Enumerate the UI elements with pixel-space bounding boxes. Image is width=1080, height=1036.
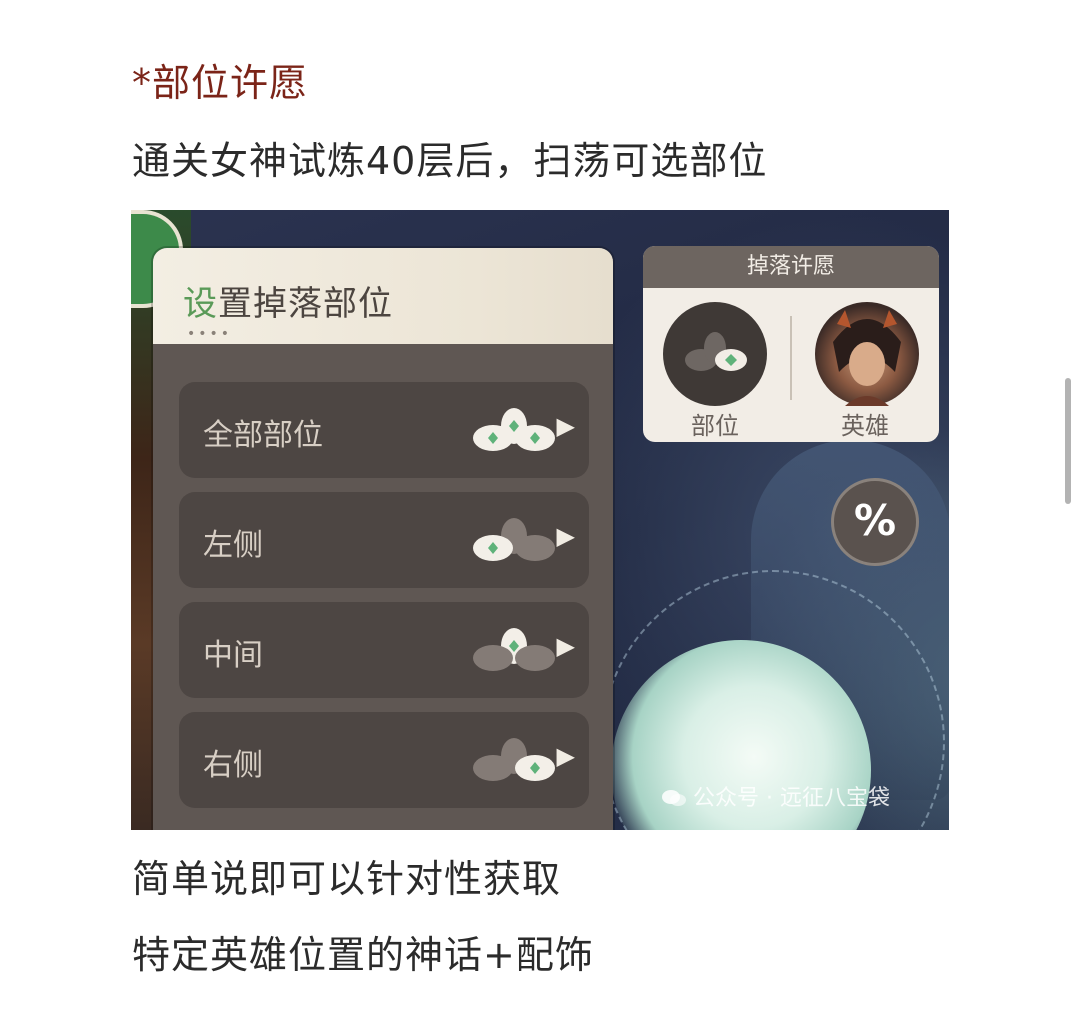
slot-option-all[interactable]: 全部部位 ▶ xyxy=(179,382,589,478)
watermark-text: 公众号 · 远征八宝袋 xyxy=(693,786,890,811)
chevron-right-icon: ▶ xyxy=(556,632,575,660)
drop-wish-title: 掉落许愿 xyxy=(643,246,939,288)
slot-option-right[interactable]: 右侧 ▶ xyxy=(179,712,589,808)
slot-option-label: 全部部位 xyxy=(203,418,323,453)
intro-paragraph: 通关女神试炼40层后，扫荡可选部位 xyxy=(132,139,768,183)
drop-slot-panel: 设置掉落部位 •••• 全部部位 ▶ 左侧 ▶ 中间 ▶ 右侧 ▶ xyxy=(153,248,613,830)
slot-left-icon xyxy=(473,518,555,561)
slot-option-label: 右侧 xyxy=(203,748,263,783)
slot-all-icon xyxy=(473,408,555,451)
watermark: 公众号 · 远征八宝袋 xyxy=(661,780,890,812)
slot-option-middle[interactable]: 中间 ▶ xyxy=(179,602,589,698)
game-screenshot: 设置掉落部位 •••• 全部部位 ▶ 左侧 ▶ 中间 ▶ 右侧 ▶ 掉落许愿 部… xyxy=(131,210,949,830)
chevron-right-icon: ▶ xyxy=(556,412,575,440)
drop-wish-box: 掉落许愿 部位 英雄 xyxy=(643,246,939,442)
slot-part-icon xyxy=(685,332,747,371)
wish-part-button[interactable] xyxy=(663,302,767,406)
section-heading: *部位许愿 xyxy=(132,61,309,105)
slot-right-icon xyxy=(473,738,555,781)
article-page: *部位许愿 通关女神试炼40层后，扫荡可选部位 设置掉落部位 •••• 全部部位… xyxy=(0,0,1080,1036)
panel-title-dots: •••• xyxy=(187,326,233,342)
slot-option-label: 左侧 xyxy=(203,528,263,563)
chevron-right-icon: ▶ xyxy=(556,522,575,550)
page-scrollbar[interactable] xyxy=(1065,378,1071,504)
chevron-right-icon: ▶ xyxy=(556,742,575,770)
summary-paragraph-2: 特定英雄位置的神话+配饰 xyxy=(132,933,594,977)
panel-title: 设置掉落部位 xyxy=(183,284,393,324)
wish-divider xyxy=(790,316,792,400)
slot-option-left[interactable]: 左侧 ▶ xyxy=(179,492,589,588)
wish-part-label: 部位 xyxy=(691,412,739,440)
slot-option-label: 中间 xyxy=(203,638,263,673)
wish-hero-label: 英雄 xyxy=(841,412,889,440)
panel-header: 设置掉落部位 •••• xyxy=(153,248,613,344)
hero-portrait-icon xyxy=(833,310,901,406)
slot-middle-icon xyxy=(473,628,555,671)
drop-rate-button[interactable]: % xyxy=(831,478,919,566)
wish-hero-avatar[interactable] xyxy=(815,302,919,406)
wechat-icon xyxy=(662,790,686,806)
summary-paragraph-1: 简单说即可以针对性获取 xyxy=(132,857,562,901)
